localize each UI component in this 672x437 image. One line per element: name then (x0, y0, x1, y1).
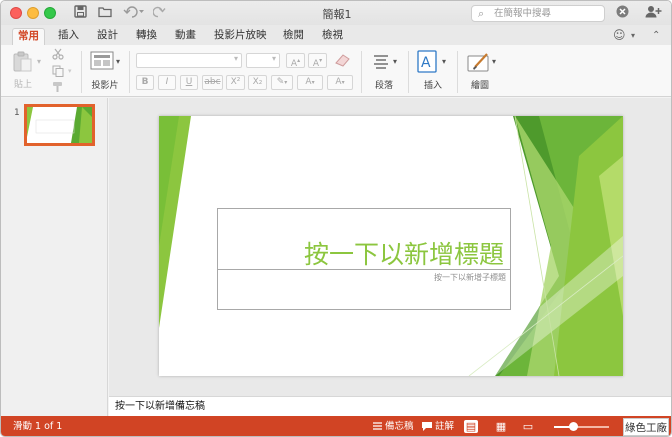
copy-icon[interactable] (52, 65, 64, 80)
new-slide-icon[interactable] (90, 51, 114, 76)
tab-insert[interactable]: 插入 (58, 28, 79, 45)
ribbon-separator (408, 51, 409, 93)
insert-label: 插入 (423, 81, 442, 91)
normal-view-icon[interactable]: ▤ (464, 420, 478, 433)
zoom-slider[interactable] (554, 426, 609, 428)
title-placeholder[interactable]: 按一下以新增標題 (217, 208, 511, 270)
italic-button[interactable]: I (158, 75, 176, 90)
cut-icon[interactable] (52, 48, 64, 63)
text-highlight-button[interactable]: ✎▾ (271, 75, 293, 90)
paragraph-label: 段落 (374, 81, 393, 91)
tab-view[interactable]: 檢視 (322, 28, 343, 45)
slide-thumbnail[interactable] (24, 104, 95, 146)
ribbon-tabs: 常用 插入 設計 轉換 動畫 投影片放映 檢閱 檢視 ☺ ▾ ⌃ (1, 25, 671, 45)
slide-thumbnail-pane: 1 (1, 98, 108, 416)
superscript-button[interactable]: X² (226, 75, 245, 90)
ribbon-separator (81, 51, 82, 93)
clear-icon[interactable] (615, 5, 629, 21)
new-slide-dropdown-icon[interactable]: ▾ (116, 57, 120, 66)
bold-button[interactable]: B (136, 75, 154, 90)
paste-label: 貼上 (13, 80, 32, 90)
slide-sorter-view-icon[interactable]: ▦ (494, 420, 508, 433)
ribbon-separator (129, 51, 130, 93)
paste-dropdown-icon[interactable]: ▾ (37, 57, 41, 66)
paragraph-align-icon[interactable] (372, 53, 390, 72)
tab-design[interactable]: 設計 (97, 28, 118, 45)
ribbon: 貼上 ▾ ▾ ▾ 投影片 ▾ ▾ A▴ A▾ B I U abc X² X₂ ✎… (1, 45, 671, 97)
ribbon-separator (457, 51, 458, 93)
draw-brush-icon[interactable] (467, 51, 491, 76)
notes-pane[interactable]: 按一下以新增備忘稿 (109, 396, 671, 416)
paste-icon[interactable] (11, 51, 33, 76)
underline-button[interactable]: U (180, 75, 198, 90)
decrease-font-size-button[interactable]: A▾ (308, 53, 327, 69)
comments-button[interactable]: 註解 (435, 421, 454, 433)
font-size-combo[interactable]: ▾ (246, 53, 280, 68)
powerpoint-window: 簡報1 ⌕ 在簡報中搜尋 常用 插入 設計 轉換 動畫 投影片放映 檢閱 檢視 ☺… (0, 0, 672, 437)
copy-dropdown-icon[interactable]: ▾ (68, 67, 72, 75)
slide-editor-area: 按一下以新增標題 按一下以新增子標題 (109, 98, 671, 396)
slide-number: 1 (14, 108, 20, 118)
text-effects-button[interactable]: A▾ (297, 75, 323, 90)
add-user-icon[interactable] (644, 5, 662, 21)
chevron-down-icon[interactable]: ▾ (631, 31, 635, 40)
slide-canvas[interactable]: 按一下以新增標題 按一下以新增子標題 (159, 116, 623, 376)
format-painter-icon[interactable] (52, 81, 64, 96)
tab-home[interactable]: 常用 (12, 28, 45, 45)
status-bar: 滑動 1 of 1 備忘稿 註解 ▤ ▦ ▭ 綠色工廠 (1, 416, 671, 436)
tab-animations[interactable]: 動畫 (175, 28, 196, 45)
insert-textbox-icon[interactable]: A (416, 49, 442, 78)
ribbon-separator (361, 51, 362, 93)
strikethrough-button[interactable]: abc (202, 75, 223, 90)
tab-slide-show[interactable]: 投影片放映 (214, 28, 267, 45)
title-placeholder-text: 按一下以新增標題 (303, 240, 504, 269)
subtitle-placeholder-text: 按一下以新增子標題 (434, 273, 506, 282)
zoom-slider-knob[interactable] (568, 422, 578, 431)
search-input[interactable]: ⌕ 在簡報中搜尋 (471, 5, 605, 22)
subtitle-placeholder[interactable]: 按一下以新增子標題 (217, 270, 511, 310)
draw-label: 繪圖 (470, 81, 489, 91)
notes-toggle-icon[interactable] (372, 421, 383, 436)
title-bar: 簡報1 ⌕ 在簡報中搜尋 (1, 1, 671, 25)
search-icon: ⌕ (478, 7, 485, 20)
font-name-combo[interactable]: ▾ (136, 53, 242, 68)
slide-show-view-icon[interactable]: ▭ (521, 420, 535, 433)
svg-text:A: A (421, 55, 431, 71)
draw-dropdown-icon[interactable]: ▾ (492, 57, 496, 66)
layout-label: 投影片 (91, 81, 119, 91)
subscript-button[interactable]: X₂ (248, 75, 267, 90)
collapse-ribbon-icon[interactable]: ⌃ (652, 30, 660, 41)
watermark-logo: 綠色工廠 (623, 418, 669, 436)
increase-font-size-button[interactable]: A▴ (286, 53, 305, 69)
smiley-feedback-icon[interactable]: ☺ (613, 28, 626, 42)
insert-dropdown-icon[interactable]: ▾ (442, 57, 446, 66)
slide-position-indicator: 滑動 1 of 1 (13, 421, 63, 432)
notes-toggle-button[interactable]: 備忘稿 (385, 421, 414, 433)
font-color-button[interactable]: A▾ (327, 75, 353, 90)
tab-transitions[interactable]: 轉換 (136, 28, 157, 45)
paragraph-dropdown-icon[interactable]: ▾ (393, 57, 397, 66)
comments-icon[interactable] (421, 421, 433, 436)
tab-review[interactable]: 檢閱 (283, 28, 304, 45)
clear-formatting-icon[interactable] (332, 52, 353, 67)
